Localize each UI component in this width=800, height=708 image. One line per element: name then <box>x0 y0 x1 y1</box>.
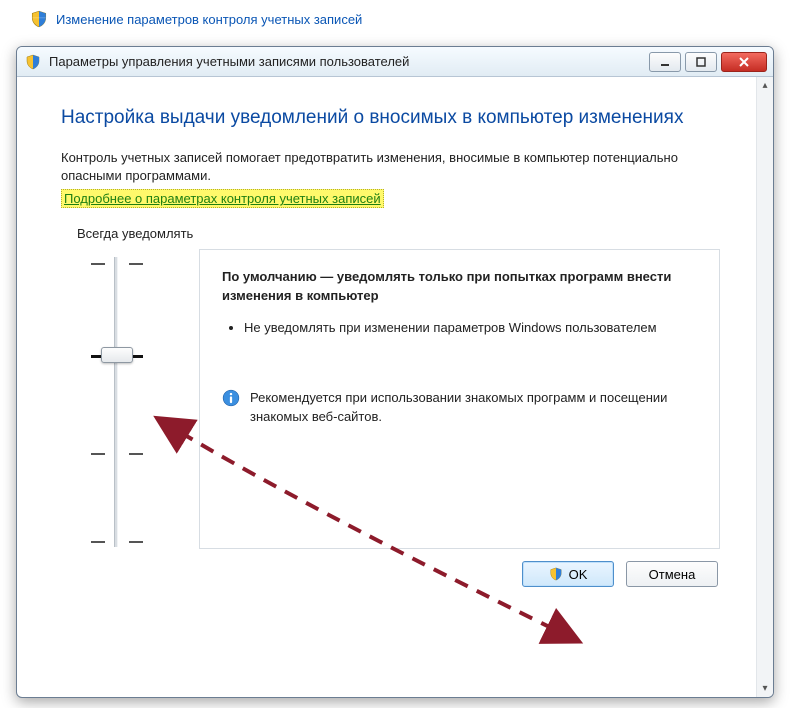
slider-thumb[interactable] <box>101 347 133 363</box>
slider-area: Всегда уведомлять По умолчанию — уведомл… <box>61 226 720 549</box>
uac-help-link[interactable]: Подробнее о параметрах контроля учетных … <box>61 189 384 208</box>
shield-icon <box>30 10 48 28</box>
cancel-button[interactable]: Отмена <box>626 561 718 587</box>
close-button[interactable] <box>721 52 767 72</box>
slider-tick <box>91 263 143 265</box>
slider-top-caption: Всегда уведомлять <box>77 226 720 241</box>
slider-tick <box>91 541 143 543</box>
intro-text: Контроль учетных записей помогает предот… <box>61 149 720 187</box>
uac-settings-window: Параметры управления учетными записями п… <box>16 46 774 698</box>
ok-button-label: OK <box>569 567 588 582</box>
info-icon <box>222 389 240 407</box>
content-area: Настройка выдачи уведомлений о вносимых … <box>17 77 756 697</box>
client-area: Настройка выдачи уведомлений о вносимых … <box>17 77 773 697</box>
recommendation-text: Рекомендуется при использовании знакомых… <box>250 389 699 427</box>
vertical-scrollbar[interactable]: ▴ ▾ <box>756 77 773 697</box>
scroll-up-arrow-icon[interactable]: ▴ <box>757 77 773 94</box>
maximize-button[interactable] <box>685 52 717 72</box>
cancel-button-label: Отмена <box>649 567 696 582</box>
window-title: Параметры управления учетными записями п… <box>49 54 641 69</box>
shield-icon <box>549 567 563 581</box>
dialog-button-row: OK Отмена <box>61 561 720 587</box>
slider-tick <box>91 453 143 455</box>
level-title: По умолчанию — уведомлять только при поп… <box>222 268 699 304</box>
notification-slider[interactable] <box>61 249 171 549</box>
level-description-box: По умолчанию — уведомлять только при поп… <box>199 249 720 549</box>
titlebar[interactable]: Параметры управления учетными записями п… <box>17 47 773 77</box>
ok-button[interactable]: OK <box>522 561 614 587</box>
change-uac-settings-link[interactable]: Изменение параметров контроля учетных за… <box>56 12 362 27</box>
page-heading: Настройка выдачи уведомлений о вносимых … <box>61 105 720 131</box>
level-bullet: Не уведомлять при изменении параметров W… <box>244 319 699 337</box>
control-panel-link-row: Изменение параметров контроля учетных за… <box>0 0 800 38</box>
shield-icon <box>25 54 41 70</box>
minimize-button[interactable] <box>649 52 681 72</box>
scroll-track[interactable] <box>757 94 773 680</box>
slider-track <box>114 257 118 547</box>
window-controls <box>649 52 767 72</box>
scroll-down-arrow-icon[interactable]: ▾ <box>757 680 773 697</box>
